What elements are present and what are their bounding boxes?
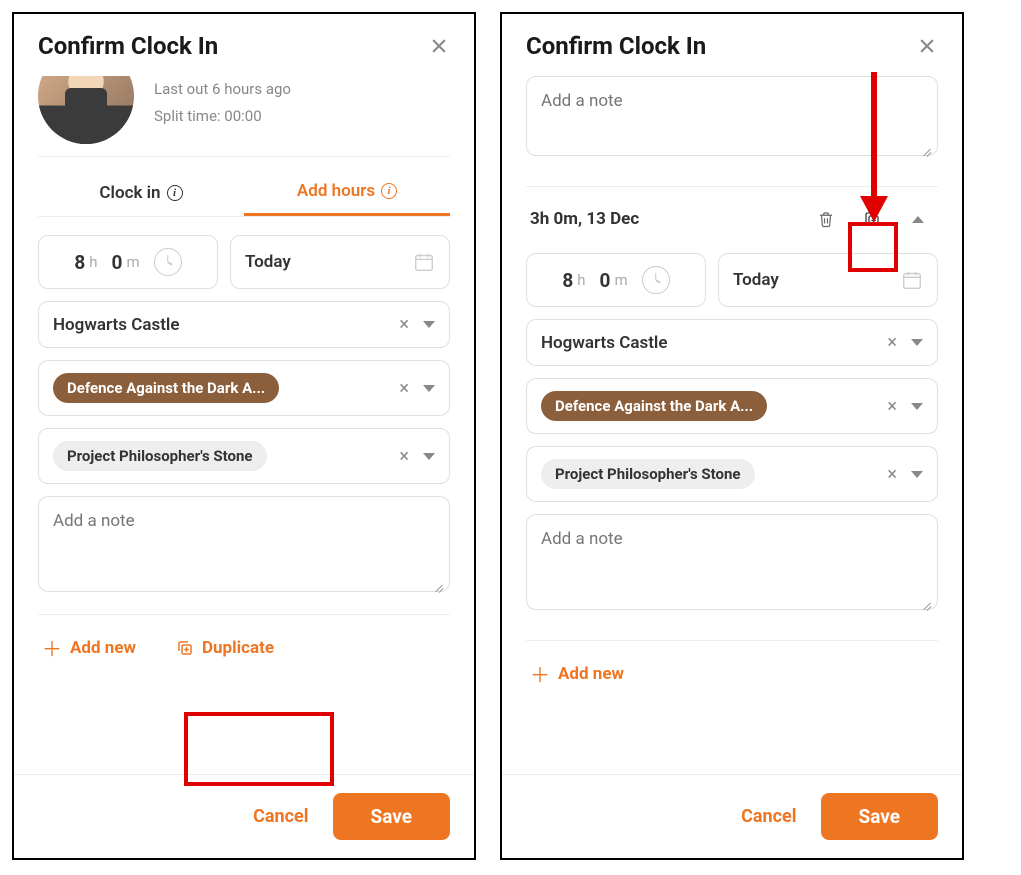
- location-value: Hogwarts Castle: [541, 333, 667, 353]
- activity-value: Defence Against the Dark A...: [541, 391, 767, 421]
- activity-select[interactable]: Defence Against the Dark A... ×: [526, 378, 938, 434]
- hours-unit: h: [89, 253, 97, 271]
- activity-select[interactable]: Defence Against the Dark A... ×: [38, 360, 450, 416]
- chevron-down-icon[interactable]: [423, 453, 435, 460]
- dialog-title: Confirm Clock In: [526, 32, 706, 60]
- duplicate-icon: [176, 639, 194, 657]
- clear-icon[interactable]: ×: [399, 378, 409, 399]
- dialog-footer: Cancel Save: [14, 774, 474, 858]
- tab-add-hours-label: Add hours: [297, 181, 375, 201]
- dialog-right: Confirm Clock In 3h 0m, 13 Dec: [500, 12, 964, 860]
- calendar-icon: [901, 269, 923, 291]
- duration-input[interactable]: 8 h 0 m: [38, 235, 218, 289]
- clock-icon: [642, 266, 670, 294]
- date-label: Today: [733, 270, 779, 290]
- avatar: [38, 76, 134, 144]
- location-value: Hogwarts Castle: [53, 315, 179, 335]
- cancel-button[interactable]: Cancel: [735, 796, 802, 837]
- hours-unit: h: [577, 271, 585, 289]
- plus-icon: ＋: [42, 633, 62, 662]
- chevron-down-icon[interactable]: [911, 403, 923, 410]
- activity-value: Defence Against the Dark A...: [53, 373, 279, 403]
- chevron-down-icon[interactable]: [423, 385, 435, 392]
- minutes-value: 0: [600, 269, 611, 292]
- tab-clock-in[interactable]: Clock in i: [38, 165, 244, 216]
- clear-icon[interactable]: ×: [887, 332, 897, 353]
- hours-value: 8: [74, 251, 85, 274]
- annotation-arrow-icon: [854, 72, 894, 222]
- note-input[interactable]: [526, 514, 938, 610]
- project-select[interactable]: Project Philosopher's Stone ×: [38, 428, 450, 484]
- project-value: Project Philosopher's Stone: [541, 459, 755, 489]
- save-button[interactable]: Save: [821, 793, 939, 840]
- minutes-unit: m: [126, 253, 139, 271]
- close-icon[interactable]: [916, 35, 938, 57]
- close-icon[interactable]: [428, 35, 450, 57]
- hours-value: 8: [562, 269, 573, 292]
- plus-icon: ＋: [530, 659, 550, 688]
- chevron-down-icon[interactable]: [911, 471, 923, 478]
- date-label: Today: [245, 252, 291, 272]
- info-icon: i: [381, 183, 397, 199]
- split-time-text: Split time: 00:00: [154, 103, 291, 130]
- duplicate-button[interactable]: Duplicate: [176, 638, 274, 658]
- clear-icon[interactable]: ×: [887, 464, 897, 485]
- chevron-down-icon[interactable]: [423, 321, 435, 328]
- date-input[interactable]: Today: [718, 253, 938, 307]
- resize-handle-icon[interactable]: [920, 598, 932, 610]
- chevron-up-icon: [912, 216, 924, 223]
- location-select[interactable]: Hogwarts Castle ×: [38, 301, 450, 348]
- date-input[interactable]: Today: [230, 235, 450, 289]
- collapse-button[interactable]: [900, 201, 936, 237]
- duration-input[interactable]: 8 h 0 m: [526, 253, 706, 307]
- add-new-label: Add new: [558, 664, 624, 684]
- resize-handle-icon[interactable]: [920, 144, 932, 156]
- clock-icon: [154, 248, 182, 276]
- add-new-button[interactable]: ＋ Add new: [530, 659, 624, 688]
- dialog-left: Confirm Clock In Last out 6 hours ago Sp…: [12, 12, 476, 860]
- tab-clock-in-label: Clock in: [99, 183, 160, 203]
- add-new-button[interactable]: ＋ Add new: [42, 633, 136, 662]
- clear-icon[interactable]: ×: [399, 446, 409, 467]
- delete-button[interactable]: [808, 201, 844, 237]
- clear-icon[interactable]: ×: [887, 396, 897, 417]
- minutes-value: 0: [112, 251, 123, 274]
- dialog-title: Confirm Clock In: [38, 32, 218, 60]
- duplicate-label: Duplicate: [202, 638, 274, 658]
- dialog-footer: Cancel Save: [502, 774, 962, 858]
- save-button[interactable]: Save: [333, 793, 451, 840]
- add-new-label: Add new: [70, 638, 136, 658]
- location-select[interactable]: Hogwarts Castle ×: [526, 319, 938, 366]
- cancel-button[interactable]: Cancel: [247, 796, 314, 837]
- tab-add-hours[interactable]: Add hours i: [244, 165, 450, 216]
- calendar-icon: [413, 251, 435, 273]
- last-out-text: Last out 6 hours ago: [154, 76, 291, 103]
- info-icon: i: [167, 185, 183, 201]
- project-select[interactable]: Project Philosopher's Stone ×: [526, 446, 938, 502]
- tabs: Clock in i Add hours i: [38, 165, 450, 217]
- dialog-header: Confirm Clock In: [14, 14, 474, 76]
- chevron-down-icon[interactable]: [911, 339, 923, 346]
- project-value: Project Philosopher's Stone: [53, 441, 267, 471]
- minutes-unit: m: [614, 271, 627, 289]
- resize-handle-icon[interactable]: [432, 580, 444, 592]
- entry-summary: 3h 0m, 13 Dec: [530, 209, 639, 229]
- trash-icon: [817, 209, 835, 229]
- clear-icon[interactable]: ×: [399, 314, 409, 335]
- note-input[interactable]: [38, 496, 450, 592]
- employee-summary: Last out 6 hours ago Split time: 00:00: [38, 76, 450, 157]
- dialog-header: Confirm Clock In: [502, 14, 962, 76]
